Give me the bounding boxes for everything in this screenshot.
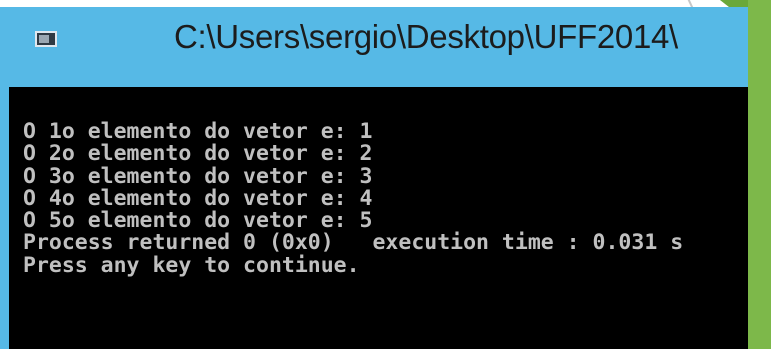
console-line: Press any key to continue. [23,252,360,278]
console-app-icon[interactable] [35,31,57,47]
console-line: O 4o elemento do vetor e: 4 [23,185,373,211]
console-line: O 1o elemento do vetor e: 1 [23,119,373,144]
console-window: C:\Users\sergio\Desktop\UFF2014\ O 1o el… [0,7,748,349]
window-titlebar[interactable]: C:\Users\sergio\Desktop\UFF2014\ [0,7,748,79]
console-line: O 2o elemento do vetor e: 2 [23,141,373,167]
console-line: O 5o elemento do vetor e: 5 [23,208,373,234]
console-line: Process returned 0 (0x0) execution time … [23,230,684,256]
slide-page: C:\Users\sergio\Desktop\UFF2014\ O 1o el… [0,0,771,349]
window-title: C:\Users\sergio\Desktop\UFF2014\ [174,18,678,55]
console-output-lines: O 1o elemento do vetor e: 1 O 2o element… [23,119,684,278]
slide-decoration-band [748,0,771,349]
console-line: O 3o elemento do vetor e: 3 [23,163,373,189]
console-output-area[interactable]: O 1o elemento do vetor e: 1 O 2o element… [9,87,748,349]
